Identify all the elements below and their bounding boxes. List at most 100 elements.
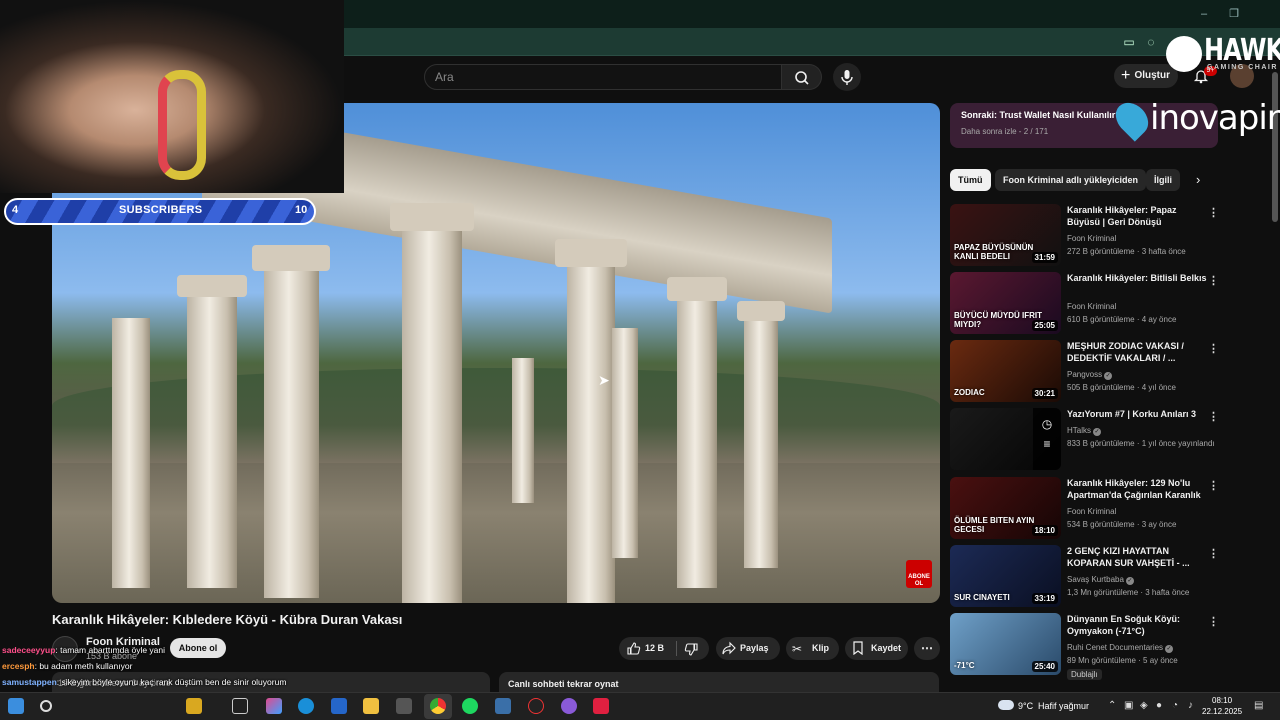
- search-button[interactable]: [782, 64, 822, 90]
- mic-tray-icon[interactable]: ●: [1156, 700, 1162, 711]
- video-frame-column: [112, 318, 150, 588]
- video-frame-column: [264, 263, 319, 598]
- riot-icon[interactable]: [593, 698, 609, 714]
- chip-related[interactable]: İlgili: [1146, 169, 1180, 191]
- more-options-icon[interactable]: ⋮: [1208, 206, 1219, 219]
- recommended-video-title[interactable]: Karanlık Hikâyeler: Bitlisli Belkıs: [1067, 272, 1207, 284]
- page-scrollbar[interactable]: [1272, 72, 1278, 222]
- video-thumbnail[interactable]: Ölümle biten ayin gecesi 18:10: [950, 477, 1061, 539]
- recommended-video-meta: 833 B görüntüleme · 1 yıl önce yayınland…: [1067, 439, 1215, 448]
- more-options-icon[interactable]: ⋮: [1208, 342, 1219, 355]
- video-frame-capital: [252, 245, 330, 271]
- recommended-video[interactable]: ZODIAC 30:21 MEŞHUR ZODIAC VAKASI / DEDEKT…: [950, 340, 1219, 402]
- tray-app-icon[interactable]: ◈: [1140, 700, 1148, 711]
- more-options-icon[interactable]: ⋮: [1208, 615, 1219, 628]
- recommended-channel[interactable]: Pangvoss ✓: [1067, 370, 1113, 380]
- replay-chat-button[interactable]: Canlı sohbeti tekrar oynat: [499, 672, 939, 692]
- recommended-video[interactable]: Büyücü müydü ifrit miydi? 25:05 Karanlık H…: [950, 272, 1219, 334]
- video-thumbnail[interactable]: Büyücü müydü ifrit miydi? 25:05: [950, 272, 1061, 334]
- recommended-video-title[interactable]: Karanlık Hikâyeler: Papaz Büyüsü | Geri …: [1067, 204, 1207, 228]
- recommended-channel[interactable]: Foon Kriminal: [1067, 302, 1116, 311]
- cast-icon[interactable]: ▭: [1122, 35, 1136, 49]
- video-duration: 18:10: [1031, 525, 1058, 536]
- more-options-icon[interactable]: ⋮: [1208, 274, 1219, 287]
- more-options-icon[interactable]: ⋮: [1208, 479, 1219, 492]
- verified-icon: ✓: [1093, 428, 1102, 436]
- recommended-video-meta: 534 B görüntüleme · 3 ay önce: [1067, 520, 1177, 529]
- video-frame-capital: [667, 277, 727, 301]
- recommended-video-title[interactable]: MEŞHUR ZODIAC VAKASI / DEDEKTİF VAKALARI…: [1067, 340, 1207, 364]
- task-view-icon[interactable]: [232, 698, 248, 714]
- video-thumbnail[interactable]: -71°C 25:40: [950, 613, 1061, 675]
- recommended-video[interactable]: Sur cinayeti 33:19 2 GENÇ KIZI HAYATTAN KO…: [950, 545, 1219, 607]
- chip-from-uploader[interactable]: Foon Kriminal adlı yükleyiciden: [995, 169, 1147, 191]
- recommended-video-title[interactable]: YazıYorum #7 | Korku Anıları 3: [1067, 408, 1207, 420]
- chevron-up-icon[interactable]: ⌃: [1108, 700, 1116, 711]
- video-duration: 30:21: [1031, 388, 1058, 399]
- system-clock[interactable]: 08:10 22.12.2025: [1202, 695, 1242, 717]
- restore-icon[interactable]: ❐: [1226, 6, 1242, 22]
- inovapin-sponsor-logo: inovapin: [1150, 98, 1280, 138]
- recommended-channel[interactable]: Foon Kriminal: [1067, 234, 1116, 243]
- search-icon[interactable]: [40, 700, 52, 712]
- tray-app-icon[interactable]: ▣: [1124, 700, 1133, 711]
- recommended-video[interactable]: ◷ ≡ YazıYorum #7 | Korku Anıları 3 HTalks ✓ 8…: [950, 408, 1219, 470]
- save-label: Kaydet: [871, 643, 902, 653]
- chrome-icon[interactable]: [430, 698, 446, 714]
- clock-date: 22.12.2025: [1202, 707, 1243, 716]
- recommended-video[interactable]: -71°C 25:40 Dünyanın En Soğuk Köyü: Oymyak…: [950, 613, 1219, 675]
- recommended-video-meta: 272 B görüntüleme · 3 hafta önce: [1067, 247, 1186, 256]
- minimize-icon[interactable]: –: [1196, 6, 1212, 22]
- spotify-icon[interactable]: [462, 698, 478, 714]
- more-options-icon[interactable]: ⋮: [1208, 410, 1219, 423]
- video-frame-column: [612, 328, 638, 558]
- notifications-center-icon[interactable]: ▤: [1254, 700, 1263, 711]
- eye-off-icon[interactable]: ◌: [1144, 35, 1158, 49]
- video-thumbnail[interactable]: Papaz büyüsünün kanlı bedeli 31:59: [950, 204, 1061, 266]
- recommended-video[interactable]: Papaz büyüsünün kanlı bedeli 31:59 Karanlı…: [950, 204, 1219, 266]
- xbox-icon[interactable]: [396, 698, 412, 714]
- recommended-video[interactable]: Ölümle biten ayin gecesi 18:10 Karanlık Hi…: [950, 477, 1219, 539]
- wifi-icon[interactable]: ◔: [1172, 700, 1178, 711]
- recommended-video-title[interactable]: 2 GENÇ KIZI HAYATTAN KOPARAN SUR VAHŞETİ…: [1067, 545, 1207, 569]
- edge-icon[interactable]: [298, 698, 314, 714]
- more-actions-button[interactable]: ⋯: [914, 637, 940, 660]
- weather-temperature[interactable]: 9°C: [1018, 701, 1033, 711]
- copilot-icon[interactable]: [186, 698, 202, 714]
- chip-all[interactable]: Tümü: [950, 169, 991, 191]
- video-thumbnail[interactable]: Sur cinayeti 33:19: [950, 545, 1061, 607]
- recommended-video-title[interactable]: Karanlık Hikâyeler: 129 No'lu Apartman'd…: [1067, 477, 1207, 501]
- video-thumbnail[interactable]: ZODIAC 30:21: [950, 340, 1061, 402]
- discord-icon[interactable]: [561, 698, 577, 714]
- store-icon[interactable]: [331, 698, 347, 714]
- game-app-icon[interactable]: [528, 698, 544, 714]
- recommended-video-title[interactable]: Dünyanın En Soğuk Köyü: Oymyakon (-71°C): [1067, 613, 1207, 637]
- voice-search-button[interactable]: [833, 63, 861, 91]
- steam-icon[interactable]: [495, 698, 511, 714]
- recommended-channel[interactable]: HTalks ✓: [1067, 426, 1102, 436]
- recommended-channel[interactable]: Savaş Kurtbaba ✓: [1067, 575, 1134, 585]
- subscribe-watermark[interactable]: ABONE OL: [906, 560, 932, 588]
- recommended-video-meta: 89 Mn görüntüleme · 5 ay önce: [1067, 656, 1178, 665]
- chevron-right-icon[interactable]: ›: [1196, 172, 1200, 187]
- start-icon[interactable]: [8, 698, 24, 714]
- dislike-button[interactable]: [684, 642, 699, 662]
- weather-condition[interactable]: Hafif yağmur: [1038, 701, 1089, 711]
- video-frame-column: [402, 223, 462, 603]
- recommended-channel[interactable]: Ruhi Cenet Documentaries ✓: [1067, 643, 1174, 653]
- video-duration: 25:40: [1031, 661, 1058, 672]
- file-explorer-icon[interactable]: [363, 698, 379, 714]
- recommended-channel-name: Savaş Kurtbaba: [1067, 575, 1124, 584]
- copilot-app-icon[interactable]: [266, 698, 282, 714]
- video-thumbnail[interactable]: ◷ ≡: [950, 408, 1061, 470]
- recommended-channel-name: Foon Kriminal: [1067, 507, 1117, 516]
- clip-label: Klip: [812, 643, 829, 653]
- search-input[interactable]: Ara: [424, 64, 782, 90]
- more-options-icon[interactable]: ⋮: [1208, 547, 1219, 560]
- recommended-channel[interactable]: Foon Kriminal: [1067, 507, 1116, 516]
- watch-later-icon[interactable]: ◷ ≡: [1033, 408, 1061, 470]
- thumbs-down-icon: [684, 643, 698, 656]
- like-button[interactable]: [626, 641, 641, 661]
- scissors-icon: ✂: [792, 642, 803, 656]
- volume-icon[interactable]: ♪: [1188, 700, 1193, 711]
